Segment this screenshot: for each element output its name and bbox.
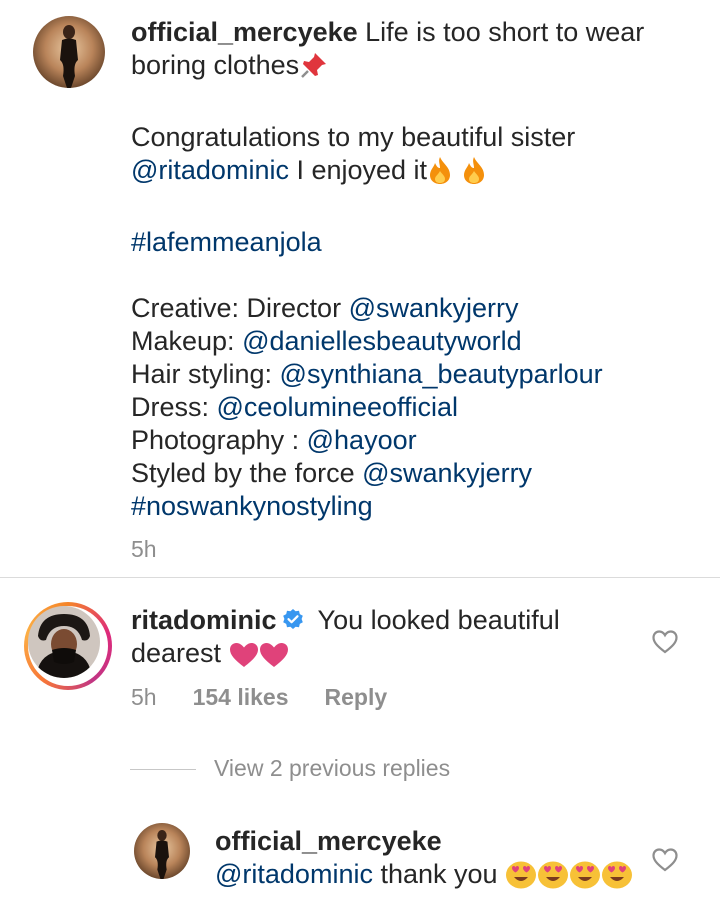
like-reply-heart-icon[interactable] [652,848,678,872]
comment-meta: 5h 154 likes Reply [131,684,423,711]
comment-timestamp: 5h [131,684,157,710]
reply-text: official_mercyeke @ritadominic thank you [215,825,635,897]
credit-label: Creative: Director [131,293,349,323]
comment-avatar[interactable] [28,606,100,678]
congrats-prefix: Congratulations to my beautiful sister [131,122,576,152]
view-previous-replies[interactable]: View 2 previous replies [130,755,450,782]
heart-eyes-emoji-icon [601,859,633,897]
credit-handle[interactable]: @swankyjerry [349,293,519,323]
heart-eyes-emoji-icon [505,859,537,897]
credit-label: Photography : [131,425,307,455]
credit-label: Makeup: [131,326,243,356]
reply-avatar[interactable] [134,823,190,879]
comment-text: ritadominic You looked beautiful dearest [131,604,631,676]
comment-likes[interactable]: 154 likes [193,684,289,710]
credit-line: Makeup: @daniellesbeautyworld [131,325,691,358]
credit-line: Hair styling: @synthiana_beautyparlour [131,358,691,391]
hashtag-lafemmeanjola[interactable]: #lafemmeanjola [131,227,322,257]
pushpin-icon [299,50,329,88]
reply-message: thank you [372,859,506,889]
credit-label: Styled by the force [131,458,363,488]
hashtag-noswankynostyling[interactable]: #noswankynostyling [131,491,373,521]
heart-eyes-emoji-icon [537,859,569,897]
reply-button[interactable]: Reply [325,684,388,710]
heart-icon [259,642,289,676]
view-replies-label[interactable]: View 2 previous replies [214,755,450,781]
like-comment-heart-icon[interactable] [652,630,678,654]
caption-avatar[interactable] [33,16,105,88]
caption-username[interactable]: official_mercyeke [131,17,358,47]
credit-label: Hair styling: [131,359,280,389]
heart-eyes-emoji-icon [569,859,601,897]
story-ring[interactable] [24,602,112,690]
comment-username[interactable]: ritadominic [131,605,277,635]
caption-timestamp: 5h [131,536,157,562]
credit-handle[interactable]: @ceolumineeofficial [217,392,459,422]
credit-handle[interactable]: @swankyjerry [362,458,532,488]
credit-handle[interactable]: @hayoor [307,425,417,455]
fire-icon [427,155,453,193]
mention-ritadominic[interactable]: @ritadominic [131,155,289,185]
fire-icon [461,155,487,193]
verified-badge-icon [281,607,305,631]
credit-line: Styled by the force @swankyjerry [131,457,691,490]
credit-label: Dress: [131,392,217,422]
caption-text: official_mercyeke Life is too short to w… [131,16,691,566]
replies-line [130,769,196,771]
credit-line: Dress: @ceolumineeofficial [131,391,691,424]
credit-handle[interactable]: @synthiana_beautyparlour [280,359,603,389]
divider [0,577,720,578]
credits-list: Creative: Director @swankyjerry Makeup: … [131,292,691,523]
credit-line: Creative: Director @swankyjerry [131,292,691,325]
credit-line: Photography : @hayoor [131,424,691,457]
reply-username[interactable]: official_mercyeke [215,826,442,856]
heart-icon [229,642,259,676]
credit-handle[interactable]: @daniellesbeautyworld [242,326,522,356]
congrats-suffix: I enjoyed it [288,155,428,185]
reply-mention[interactable]: @ritadominic [215,859,373,889]
